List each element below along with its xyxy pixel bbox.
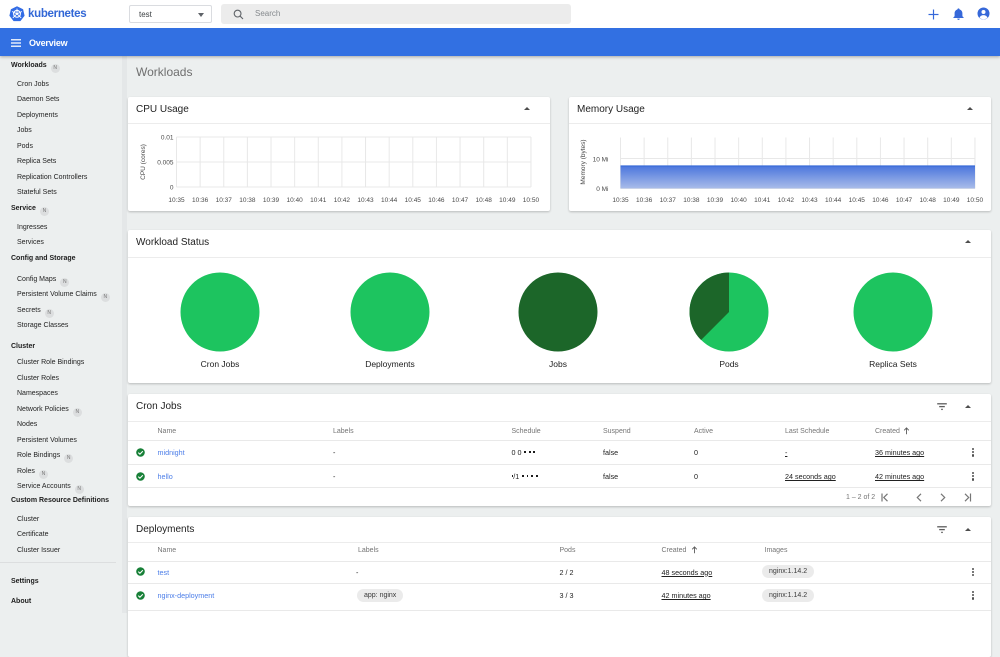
svg-text:10:46: 10:46 <box>428 197 445 204</box>
svg-text:10:38: 10:38 <box>683 197 700 204</box>
svg-text:10:41: 10:41 <box>754 197 771 204</box>
svg-text:10:41: 10:41 <box>310 197 327 204</box>
svg-text:10:40: 10:40 <box>731 197 748 204</box>
svg-text:10:35: 10:35 <box>168 197 185 204</box>
svg-text:0.01: 0.01 <box>161 135 174 142</box>
svg-text:10:36: 10:36 <box>192 197 209 204</box>
svg-text:10:43: 10:43 <box>801 197 818 204</box>
svg-text:10 Mi: 10 Mi <box>593 157 609 164</box>
svg-text:10:50: 10:50 <box>523 197 540 204</box>
svg-text:Cron Jobs: Cron Jobs <box>201 359 240 369</box>
svg-text:10:44: 10:44 <box>381 197 398 204</box>
svg-text:10:39: 10:39 <box>263 197 280 204</box>
svg-text:10:39: 10:39 <box>707 197 724 204</box>
svg-text:CPU (cores): CPU (cores) <box>140 144 147 180</box>
svg-text:10:42: 10:42 <box>778 197 795 204</box>
svg-text:Pods: Pods <box>719 359 738 369</box>
svg-text:10:47: 10:47 <box>452 197 469 204</box>
svg-text:0 Mi: 0 Mi <box>596 186 608 193</box>
svg-text:10:40: 10:40 <box>287 197 304 204</box>
svg-text:10:48: 10:48 <box>476 197 493 204</box>
svg-text:10:37: 10:37 <box>216 197 233 204</box>
svg-text:10:48: 10:48 <box>920 197 937 204</box>
svg-text:10:47: 10:47 <box>896 197 913 204</box>
svg-text:10:42: 10:42 <box>334 197 351 204</box>
svg-text:10:44: 10:44 <box>825 197 842 204</box>
svg-text:Replica Sets: Replica Sets <box>869 359 917 369</box>
svg-text:10:46: 10:46 <box>872 197 889 204</box>
svg-text:10:36: 10:36 <box>636 197 653 204</box>
svg-text:Memory (bytes): Memory (bytes) <box>580 139 587 184</box>
svg-text:0.005: 0.005 <box>157 160 174 167</box>
svg-text:10:49: 10:49 <box>499 197 516 204</box>
svg-text:10:50: 10:50 <box>967 197 984 204</box>
svg-text:10:37: 10:37 <box>660 197 677 204</box>
svg-text:10:49: 10:49 <box>943 197 960 204</box>
svg-text:10:43: 10:43 <box>357 197 374 204</box>
svg-text:0: 0 <box>170 185 174 192</box>
svg-text:10:35: 10:35 <box>612 197 629 204</box>
svg-text:10:45: 10:45 <box>405 197 422 204</box>
svg-text:Deployments: Deployments <box>365 359 415 369</box>
svg-text:10:38: 10:38 <box>239 197 256 204</box>
svg-text:10:45: 10:45 <box>849 197 866 204</box>
svg-text:Jobs: Jobs <box>549 359 567 369</box>
